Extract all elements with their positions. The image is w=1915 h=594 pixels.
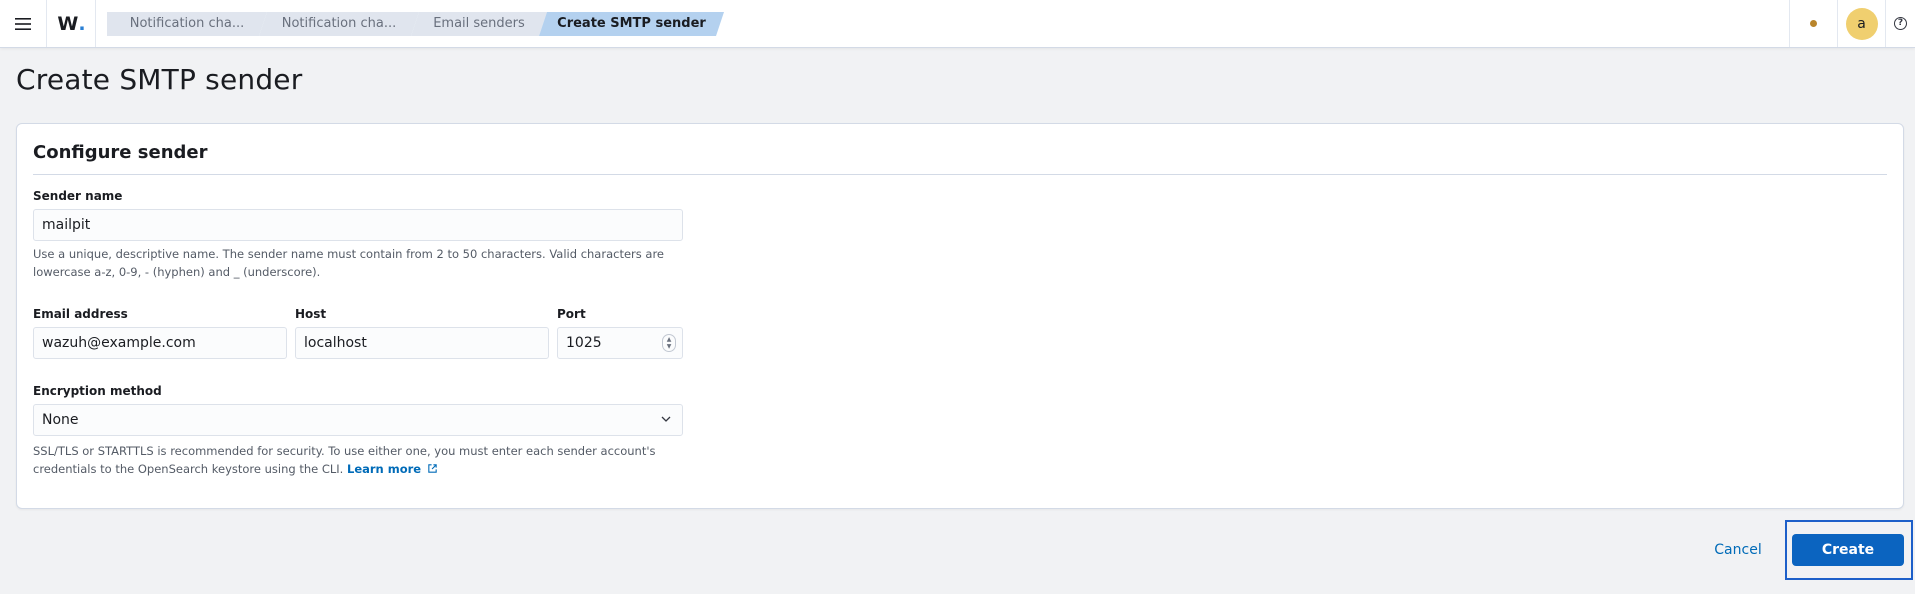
learn-more-label: Learn more <box>347 462 422 476</box>
status-button[interactable] <box>1789 0 1837 47</box>
sender-name-help-line: lowercase a-z, 0-9, - (hyphen) and _ (un… <box>33 265 321 279</box>
page-title: Create SMTP sender <box>16 63 303 96</box>
avatar: a <box>1845 7 1878 40</box>
encryption-method-label: Encryption method <box>33 384 162 398</box>
top-header: W. Notification cha... Notification cha.… <box>0 0 1915 48</box>
section-divider <box>33 174 1887 175</box>
learn-more-link[interactable]: Learn more <box>347 462 438 476</box>
encryption-selected-value: None <box>42 412 79 428</box>
chevron-down-icon <box>661 416 671 422</box>
status-dot-icon <box>1810 20 1817 27</box>
header-actions: a ? <box>1789 0 1915 47</box>
breadcrumb-item-notification-channels-2[interactable]: Notification cha... <box>259 12 419 36</box>
logo-text: W <box>57 12 79 35</box>
hamburger-menu-icon <box>15 17 31 30</box>
help-icon: ? <box>1894 17 1907 30</box>
host-input[interactable]: localhost <box>295 327 549 359</box>
cancel-button[interactable]: Cancel <box>1700 538 1776 562</box>
encryption-method-select[interactable]: None <box>33 404 683 436</box>
encryption-help-line2: credentials to the OpenSearch keystore u… <box>33 460 656 478</box>
host-label: Host <box>295 307 327 321</box>
encryption-help-text: credentials to the OpenSearch keystore u… <box>33 462 344 476</box>
help-button[interactable]: ? <box>1885 0 1915 47</box>
user-menu-button[interactable]: a <box>1837 0 1885 47</box>
app-logo[interactable]: W. <box>48 0 96 47</box>
stepper-up-icon: ▲ <box>666 336 672 343</box>
email-address-input[interactable]: wazuh@example.com <box>33 327 287 359</box>
encryption-help-line: SSL/TLS or STARTTLS is recommended for s… <box>33 444 656 458</box>
stepper-down-icon: ▼ <box>666 343 672 350</box>
breadcrumb-label: Create SMTP sender <box>557 16 706 31</box>
section-title: Configure sender <box>33 142 208 163</box>
hamburger-menu-button[interactable] <box>0 0 47 47</box>
sender-name-help-line: Use a unique, descriptive name. The send… <box>33 247 665 261</box>
breadcrumb-item-email-senders[interactable]: Email senders <box>411 12 547 36</box>
breadcrumb-label: Notification cha... <box>281 16 397 31</box>
breadcrumb-item-create-smtp-sender: Create SMTP sender <box>539 12 724 36</box>
port-stepper[interactable]: ▲ ▼ <box>662 334 676 352</box>
sender-name-input[interactable]: mailpit <box>33 209 683 241</box>
sender-name-help: Use a unique, descriptive name. The send… <box>33 245 664 281</box>
breadcrumb-label: Email senders <box>433 16 525 31</box>
configure-sender-panel: Configure sender Sender name mailpit Use… <box>16 123 1904 509</box>
port-input[interactable]: 1025 ▲ ▼ <box>557 327 683 359</box>
port-label: Port <box>557 307 586 321</box>
encryption-help: SSL/TLS or STARTTLS is recommended for s… <box>33 442 656 478</box>
sender-name-label: Sender name <box>33 189 123 203</box>
logo-dot: . <box>78 12 86 35</box>
breadcrumb-label: Notification cha... <box>129 16 245 31</box>
port-value: 1025 <box>566 335 602 351</box>
external-link-icon <box>428 464 437 473</box>
breadcrumb-item-notification-channels[interactable]: Notification cha... <box>107 12 267 36</box>
breadcrumb: Notification cha... Notification cha... … <box>107 12 716 36</box>
create-button[interactable]: Create <box>1792 534 1904 566</box>
email-address-label: Email address <box>33 307 128 321</box>
